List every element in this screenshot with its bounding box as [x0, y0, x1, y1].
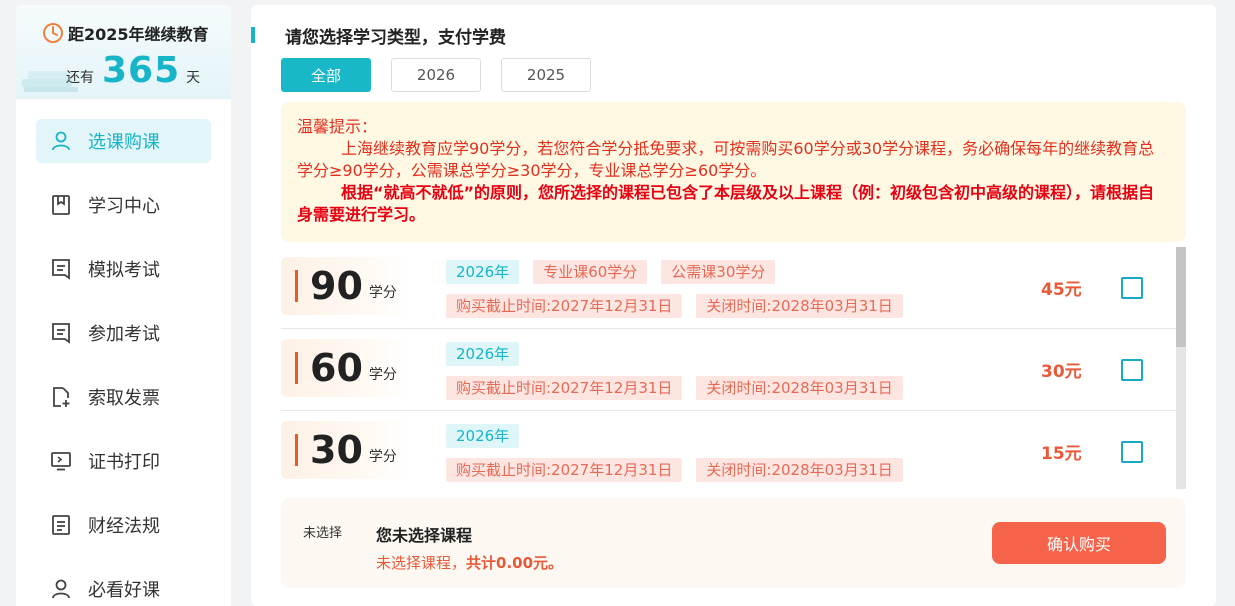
course-price: 45元 [1041, 280, 1082, 300]
countdown-number: 365 [102, 50, 181, 91]
course-tags: 2026年 [446, 342, 533, 366]
clock-icon [43, 23, 63, 43]
countdown-suffix: 天 [186, 70, 201, 86]
tab-2025[interactable]: 2025 [501, 58, 591, 92]
sidebar: 距2025年继续教育 还有 365 天 选课购课 学习中心 模拟考试 参加考试 … [16, 5, 231, 606]
year-tabs: 全部 2026 2025 [281, 58, 611, 92]
sidebar-item-label: 必看好课 [88, 580, 160, 601]
selection-label: 未选择 [303, 526, 343, 541]
sidebar-item-label: 财经法规 [88, 516, 160, 537]
tips-text: 上海继续教育应学90学分，若您符合学分抵免要求，可按需购买60学分或30学分课程… [297, 139, 1155, 180]
course-dates: 购买截止时间:2027年12月31日 关闭时间:2028年03月31日 [446, 376, 917, 400]
year-tag: 2026年 [446, 260, 520, 284]
course-price: 15元 [1041, 444, 1082, 464]
sidebar-item-label: 选课购课 [88, 132, 160, 153]
course-dates: 购买截止时间:2027年12月31日 关闭时间:2028年03月31日 [446, 458, 917, 482]
document-icon [52, 323, 70, 344]
deadline-tag: 购买截止时间:2027年12月31日 [446, 376, 683, 400]
category-tag: 公需课30学分 [661, 260, 776, 284]
course-price: 30元 [1041, 362, 1082, 382]
purchase-summary: 未选择 您未选择课程 未选择课程，共计0.00元。 确认购买 [281, 498, 1186, 588]
selection-total-amount: 共计0.00元。 [466, 554, 564, 572]
credit-badge: 60 学分 [281, 339, 411, 397]
close-date-tag: 关闭时间:2028年03月31日 [696, 294, 903, 318]
sidebar-nav: 选课购课 学习中心 模拟考试 参加考试 索取发票 证书打印 财经法规 必看好课 [36, 119, 211, 606]
credit-unit: 学分 [368, 285, 397, 301]
tips-box: 温馨提示： 上海继续教育应学90学分，若您符合学分抵免要求，可按需购买60学分或… [281, 102, 1186, 242]
credit-unit: 学分 [368, 449, 397, 465]
sidebar-item-label: 学习中心 [88, 196, 160, 217]
course-checkbox[interactable] [1121, 359, 1143, 381]
countdown-title: 距2025年继续教育 [42, 21, 209, 45]
sidebar-item-regulations[interactable]: 财经法规 [36, 503, 211, 547]
selection-title: 您未选择课程 [376, 526, 473, 545]
main-panel: 请您选择学习类型，支付学费 全部 2026 2025 温馨提示： 上海继续教育应… [251, 5, 1216, 606]
course-checkbox[interactable] [1121, 441, 1143, 463]
sidebar-item-take-exam[interactable]: 参加考试 [36, 311, 211, 355]
credit-number: 30 [310, 428, 363, 472]
credit-unit: 学分 [368, 367, 397, 383]
course-tags: 2026年 [446, 424, 533, 448]
credit-marker [295, 352, 298, 384]
course-row: 60 学分 2026年 购买截止时间:2027年12月31日 关闭时间:2028… [281, 329, 1176, 411]
sidebar-item-label: 参加考试 [88, 324, 160, 345]
credit-badge: 90 学分 [281, 257, 411, 315]
file-add-icon [53, 387, 70, 407]
sidebar-item-invoice[interactable]: 索取发票 [36, 375, 211, 419]
category-tag: 专业课60学分 [533, 260, 648, 284]
section-accent-bar [251, 27, 255, 43]
deadline-tag: 购买截止时间:2027年12月31日 [446, 458, 683, 482]
year-tag: 2026年 [446, 424, 520, 448]
tips-warning: 根据“就高不就低”的原则，您所选择的课程已包含了本层级及以上课程（例：初级包含初… [297, 183, 1155, 224]
tab-all[interactable]: 全部 [281, 58, 371, 92]
credit-marker [295, 270, 298, 302]
close-date-tag: 关闭时间:2028年03月31日 [696, 376, 903, 400]
list-scrollbar[interactable] [1176, 247, 1186, 489]
selection-total: 未选择课程，共计0.00元。 [376, 552, 563, 573]
sidebar-item-label: 模拟考试 [88, 260, 160, 281]
course-dates: 购买截止时间:2027年12月31日 关闭时间:2028年03月31日 [446, 294, 917, 318]
credit-badge: 30 学分 [281, 421, 411, 479]
document-icon [52, 259, 70, 280]
sidebar-item-certificate[interactable]: 证书打印 [36, 439, 211, 483]
course-list: 90 学分 2026年 专业课60学分 公需课30学分 购买截止时间:2027年… [281, 247, 1186, 489]
course-checkbox[interactable] [1121, 277, 1143, 299]
deadline-tag: 购买截止时间:2027年12月31日 [446, 294, 683, 318]
monitor-icon [51, 452, 71, 471]
tab-2026[interactable]: 2026 [391, 58, 481, 92]
course-row: 30 学分 2026年 购买截止时间:2027年12月31日 关闭时间:2028… [281, 411, 1176, 489]
course-tags: 2026年 专业课60学分 公需课30学分 [446, 260, 789, 284]
credit-marker [295, 434, 298, 466]
sidebar-item-recommended[interactable]: 必看好课 [36, 567, 211, 606]
notes-icon [52, 515, 70, 535]
credit-number: 90 [310, 264, 363, 308]
tips-title: 温馨提示： [297, 117, 378, 136]
close-date-tag: 关闭时间:2028年03月31日 [696, 458, 903, 482]
sidebar-item-label: 证书打印 [88, 452, 160, 473]
countdown-days: 还有 365 天 [66, 53, 200, 89]
sidebar-item-mock-exam[interactable]: 模拟考试 [36, 247, 211, 291]
selection-total-prefix: 未选择课程， [376, 554, 467, 572]
countdown-banner: 距2025年继续教育 还有 365 天 [16, 5, 231, 99]
sidebar-item-study-center[interactable]: 学习中心 [36, 183, 211, 227]
scrollbar-thumb[interactable] [1176, 247, 1186, 347]
year-tag: 2026年 [446, 342, 520, 366]
countdown-title-text: 距2025年继续教育 [68, 25, 209, 44]
bookmark-icon [52, 195, 70, 215]
countdown-prefix: 还有 [66, 70, 94, 86]
page-title: 请您选择学习类型，支付学费 [285, 27, 506, 48]
user-icon [52, 579, 70, 599]
section-header: 请您选择学习类型，支付学费 [251, 25, 506, 48]
user-icon [52, 131, 70, 151]
credit-number: 60 [310, 346, 363, 390]
sidebar-item-course-purchase[interactable]: 选课购课 [36, 119, 211, 163]
sidebar-item-label: 索取发票 [88, 388, 160, 409]
course-row: 90 学分 2026年 专业课60学分 公需课30学分 购买截止时间:2027年… [281, 247, 1176, 329]
confirm-purchase-button[interactable]: 确认购买 [992, 522, 1166, 564]
